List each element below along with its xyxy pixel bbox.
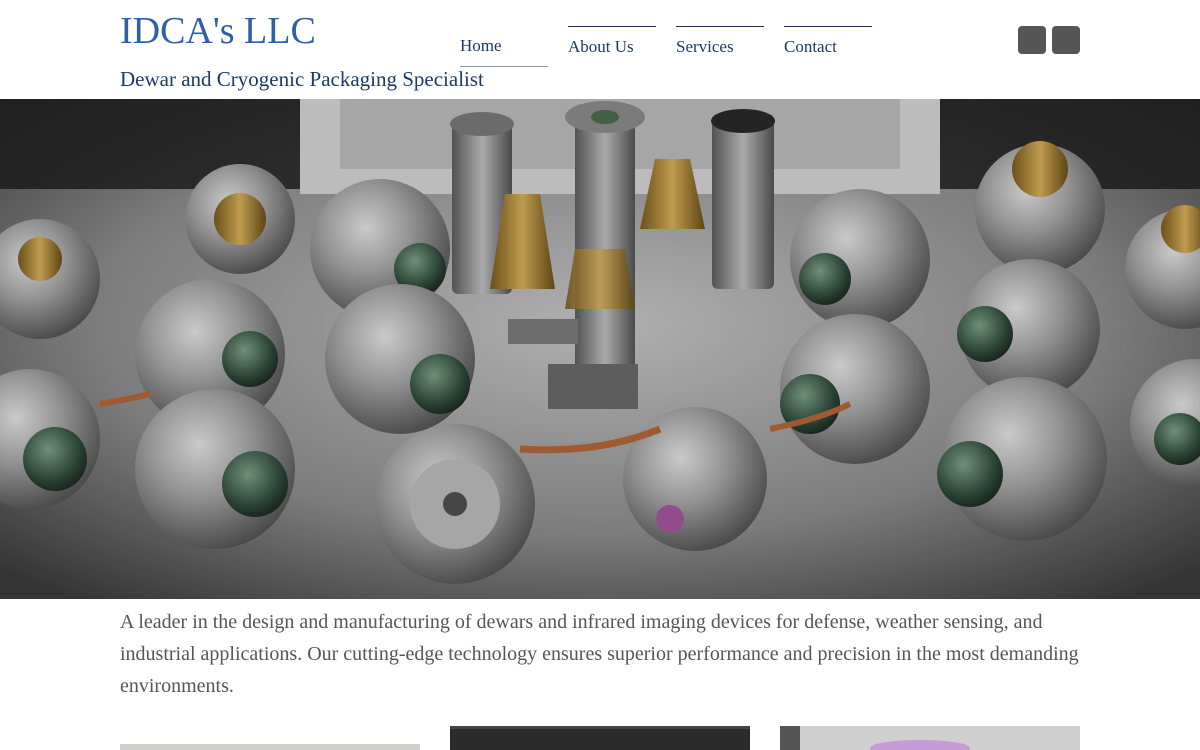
social-icon[interactable] xyxy=(1018,26,1046,54)
site-title[interactable]: IDCA's LLC xyxy=(120,9,316,53)
device-photo xyxy=(780,726,1080,750)
dewar-assemblies-photo xyxy=(0,99,1200,599)
site-tagline: Dewar and Cryogenic Packaging Specialist xyxy=(120,67,484,91)
nav-home-label: Home xyxy=(460,36,502,55)
thumbnail-device-photo[interactable] xyxy=(780,726,1080,750)
hero-image xyxy=(0,99,1200,599)
site-header: IDCA's LLC Dewar and Cryogenic Packaging… xyxy=(0,0,1200,99)
nav-contact[interactable]: Contact xyxy=(784,26,872,67)
nav-services-label: Services xyxy=(676,37,734,56)
nav-contact-label: Contact xyxy=(784,37,837,56)
nav-services[interactable]: Services xyxy=(676,26,764,67)
social-icon[interactable] xyxy=(1052,26,1080,54)
intro-text: A leader in the design and manufacturing… xyxy=(120,611,1079,697)
thumbnail-lab-photo[interactable] xyxy=(120,744,420,750)
nav-about-us-label: About Us xyxy=(568,37,634,56)
nav-about-us[interactable]: About Us xyxy=(568,26,656,67)
equipment-photo xyxy=(450,726,750,750)
thumbnail-equipment-photo[interactable] xyxy=(450,726,750,750)
nav-home[interactable]: Home xyxy=(460,26,548,67)
